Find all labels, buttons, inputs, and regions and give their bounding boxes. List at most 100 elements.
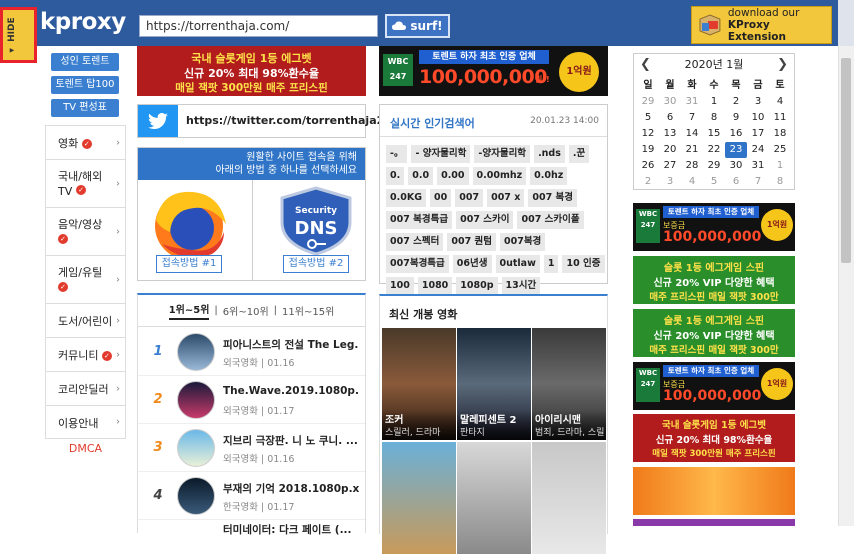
keyword-tag[interactable]: 007 스펙터	[386, 233, 444, 251]
keyword-tag[interactable]: 0.0KG	[386, 189, 426, 207]
calendar-day[interactable]: 11	[769, 110, 791, 126]
keyword-tag[interactable]: .nds	[534, 145, 565, 163]
calendar-day[interactable]: 8	[703, 110, 725, 126]
calendar-day[interactable]: 19	[637, 142, 659, 158]
wbc-banner-top[interactable]: WBC 247 토렌트 하자 최초 인증 업체 100,000,000 원!! …	[379, 46, 608, 96]
calendar-day[interactable]: 8	[769, 174, 791, 190]
dmca-link[interactable]: DMCA	[45, 442, 126, 455]
movie-title[interactable]: 피아니스트의 전설 The Leg...	[223, 337, 359, 352]
calendar-day[interactable]: 5	[637, 110, 659, 126]
calendar-day[interactable]: 25	[769, 142, 791, 158]
calendar-day[interactable]: 30	[725, 158, 747, 174]
movie-title[interactable]: 부재의 기억 2018.1080p.x264	[223, 481, 359, 496]
keyword-tag[interactable]: -。	[386, 145, 408, 163]
calendar-day[interactable]: 2	[637, 174, 659, 190]
surf-button[interactable]: surf!	[385, 14, 450, 38]
wbc-banner-right-2[interactable]: WBC 247 토렌트 하자 최초 인증 업체 보증금 100,000,000 …	[633, 362, 795, 410]
torrent-top100-button[interactable]: 토렌트 탑100	[51, 76, 119, 94]
green-banner-2[interactable]: 슬롯 1등 에그게임 스핀 신규 20% VIP 다양한 혜택 매주 프리스핀 …	[633, 309, 795, 357]
calendar-day[interactable]: 30	[659, 94, 681, 110]
keyword-tag[interactable]: 0.0	[408, 167, 434, 185]
ranking-row[interactable]: 3 지브리 극장판. 니 노 쿠니. ... 외국영화 | 01.16	[138, 424, 365, 472]
tab-rank-6-10[interactable]: 6위~10위	[223, 303, 269, 318]
tv-schedule-button[interactable]: TV 편성표	[51, 99, 119, 117]
sidebar-item-games[interactable]: 게임/유틸 ✓ ›	[46, 256, 125, 304]
sidebar-item-guide[interactable]: 이용안내 ›	[46, 406, 125, 438]
calendar-day[interactable]: 20	[659, 142, 681, 158]
keyword-tag[interactable]: 10 인증	[562, 255, 605, 273]
calendar-day[interactable]: 23	[725, 142, 747, 158]
sidebar-item-books[interactable]: 도서/어린이 ›	[46, 304, 125, 338]
casino-banner-right[interactable]: 국내 슬롯게임 1등 에그벳 신규 20% 최대 98%환수율 매일 잭팟 30…	[633, 414, 795, 462]
kproxy-logo[interactable]: kproxy	[40, 9, 126, 39]
calendar-day[interactable]: 29	[637, 94, 659, 110]
keyword-tag[interactable]: 007	[455, 189, 484, 207]
keyword-tag[interactable]: - 양자물리학	[411, 145, 471, 163]
calendar-day[interactable]: 16	[725, 126, 747, 142]
url-input[interactable]	[139, 15, 378, 37]
keyword-tag[interactable]: 007복경특급	[386, 255, 449, 273]
green-banner-1[interactable]: 슬롯 1등 에그게임 스핀 신규 20% VIP 다양한 혜택 매주 프리스핀 …	[633, 256, 795, 304]
keyword-tag[interactable]: 1080p	[456, 277, 498, 295]
calendar-day[interactable]: 31	[681, 94, 703, 110]
sidebar-item-community[interactable]: 커뮤니티 ✓ ›	[46, 338, 125, 372]
keyword-tag[interactable]: 007 ⅹ	[487, 189, 525, 207]
twitter-link[interactable]: https://twitter.com/torrenthaja2	[186, 114, 384, 127]
keyword-tag[interactable]: 007 복경특급	[386, 211, 453, 229]
ranking-row[interactable]: 터미네이터: 다크 페이트 (...	[138, 520, 365, 535]
calendar-day[interactable]: 21	[681, 142, 703, 158]
tab-rank-1-5[interactable]: 1위~5위	[168, 301, 210, 320]
calendar-day[interactable]: 1	[769, 158, 791, 174]
movie-title[interactable]: The.Wave.2019.1080p.AMZ...	[223, 385, 359, 397]
calendar-day[interactable]: 7	[747, 174, 769, 190]
calendar-day[interactable]: 12	[637, 126, 659, 142]
access-method-1-button[interactable]: 접속방법 #1	[156, 255, 222, 273]
calendar-day[interactable]: 3	[659, 174, 681, 190]
keyword-tag[interactable]: 06년생	[452, 255, 492, 273]
extension-download-button[interactable]: download our KProxy Extension	[691, 6, 832, 44]
calendar-day[interactable]: 7	[681, 110, 703, 126]
keyword-tag[interactable]: 007 퀀텀	[447, 233, 496, 251]
calendar-day[interactable]: 31	[747, 158, 769, 174]
calendar-day[interactable]: 28	[681, 158, 703, 174]
keyword-tag[interactable]: 007 복경	[528, 189, 577, 207]
movie-poster[interactable]	[532, 442, 606, 554]
keyword-tag[interactable]: 007복경	[499, 233, 546, 251]
keyword-tag[interactable]: 007 스카이폴	[517, 211, 584, 229]
movie-poster[interactable]	[382, 442, 456, 554]
calendar-next-icon[interactable]: ❯	[777, 54, 788, 76]
keyword-tag[interactable]: 0.0hz	[530, 167, 568, 185]
calendar-day[interactable]: 18	[769, 126, 791, 142]
sidebar-item-tv[interactable]: 국내/해외 TV ✓ ›	[46, 160, 125, 208]
keyword-tag[interactable]: 0.	[386, 167, 405, 185]
calendar-day[interactable]: 24	[747, 142, 769, 158]
calendar-day[interactable]: 15	[703, 126, 725, 142]
keyword-tag[interactable]: .꾼	[568, 145, 590, 163]
wbc-banner-right[interactable]: WBC 247 토렌트 하자 최초 인증 업체 보증금 100,000,000 …	[633, 203, 795, 251]
calendar-day[interactable]: 13	[659, 126, 681, 142]
keyword-tag[interactable]: 0.00	[437, 167, 469, 185]
calendar-day[interactable]: 6	[659, 110, 681, 126]
movie-poster[interactable]: 말레피센트 2 판타지	[457, 328, 531, 440]
calendar-day[interactable]: 27	[659, 158, 681, 174]
sidebar-item-music[interactable]: 음악/영상 ✓ ›	[46, 208, 125, 256]
movie-poster[interactable]: 조커 스릴러, 드라마	[382, 328, 456, 440]
calendar-day[interactable]: 3	[747, 94, 769, 110]
ranking-row[interactable]: 4 부재의 기억 2018.1080p.x264 한국영화 | 01.17	[138, 472, 365, 520]
calendar-day[interactable]: 9	[725, 110, 747, 126]
hide-toolbar-button[interactable]: ◂ HIDE	[0, 7, 37, 63]
movie-poster[interactable]: 아이리시맨 범죄, 드라마, 스릴	[532, 328, 606, 440]
movie-title[interactable]: 터미네이터: 다크 페이트 (...	[223, 522, 359, 535]
purple-banner[interactable]	[633, 519, 795, 526]
sidebar-item-korean-dealer[interactable]: 코리안딜러 ›	[46, 372, 125, 406]
casino-banner-top[interactable]: 국내 슬롯게임 1등 에그벳 신규 20% 최대 98%환수율 매일 잭팟 30…	[137, 46, 366, 96]
adult-torrent-button[interactable]: 성인 토렌트	[51, 53, 119, 71]
calendar-day[interactable]: 10	[747, 110, 769, 126]
keyword-tag[interactable]: 13시간	[501, 277, 541, 295]
calendar-day[interactable]: 4	[681, 174, 703, 190]
keyword-tag[interactable]: 007 스카이	[456, 211, 514, 229]
orange-banner[interactable]	[633, 467, 795, 515]
keyword-tag[interactable]: 0utlaw	[495, 255, 540, 273]
ranking-row[interactable]: 1 피아니스트의 전설 The Leg... 외국영화 | 01.16	[138, 328, 365, 376]
calendar-day[interactable]: 26	[637, 158, 659, 174]
